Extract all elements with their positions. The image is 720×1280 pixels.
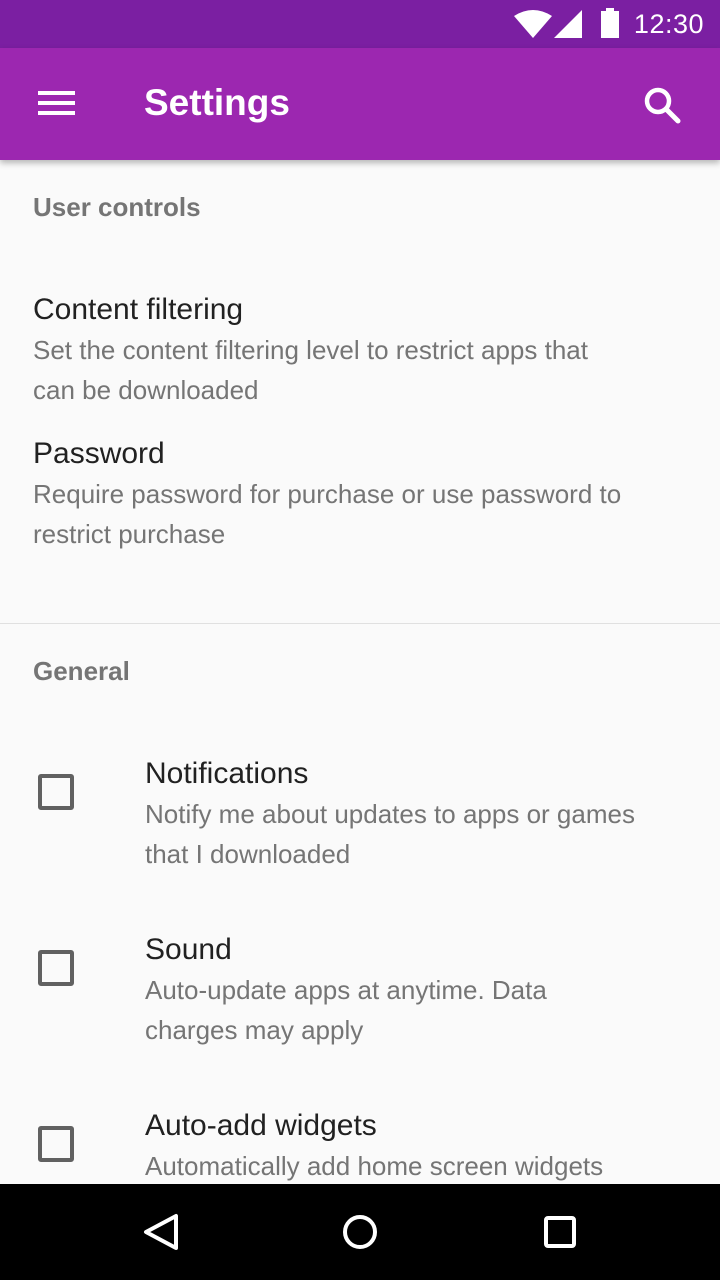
pref-title: Notifications [145,757,309,790]
search-icon [644,87,681,124]
auto-add-widgets-checkbox[interactable] [38,1126,74,1162]
wifi-icon [514,10,552,38]
recents-icon [544,1216,576,1248]
pref-description-line-2: restrict purchase [33,519,226,549]
pref-description-line-2: that I downloaded [145,839,351,869]
settings-list[interactable]: User controls Content filtering Set the … [0,160,720,1184]
pref-description-line-1: Automatically add home screen widgets [145,1151,604,1181]
recents-button[interactable] [528,1204,592,1260]
back-button[interactable] [128,1204,192,1260]
notifications-checkbox[interactable] [38,774,74,810]
pref-description-line-2: charges may apply [145,1015,364,1045]
pref-password[interactable]: Password Require password for purchase o… [0,424,720,554]
pref-title: Password [33,437,165,470]
pref-description-line-1: Set the content filtering level to restr… [33,335,588,365]
pref-sound[interactable]: Sound Auto-update apps at anytime. Data … [0,920,720,1070]
pref-description-line-1: Require password for purchase or use pas… [33,479,622,509]
status-time: 12:30 [633,9,704,39]
section-header-user-controls: User controls [33,192,201,222]
menu-button[interactable] [24,80,88,128]
pref-content-filtering[interactable]: Content filtering Set the content filter… [0,280,720,410]
pref-title: Auto-add widgets [145,1109,377,1142]
home-button[interactable] [328,1204,392,1260]
page-title: Settings [144,82,290,123]
home-icon [343,1215,377,1249]
cellular-signal-icon [554,10,582,38]
pref-title: Content filtering [33,293,244,326]
section-header-general: General [33,656,130,686]
battery-icon [601,8,619,38]
app-bar: Settings [0,48,720,160]
pref-description-line-2: can be downloaded [33,375,259,405]
pref-description-line-1: Notify me about updates to apps or games [145,799,635,829]
back-icon [144,1214,178,1250]
pref-auto-add-widgets[interactable]: Auto-add widgets Automatically add home … [0,1096,720,1184]
menu-icon [38,91,75,115]
status-bar: 12:30 [0,0,720,48]
pref-title: Sound [145,933,232,966]
pref-description-line-1: Auto-update apps at anytime. Data [145,975,547,1005]
sound-checkbox[interactable] [38,950,74,986]
search-button[interactable] [632,76,692,132]
section-divider [0,623,720,624]
navigation-bar [0,1184,720,1280]
pref-notifications[interactable]: Notifications Notify me about updates to… [0,744,720,894]
